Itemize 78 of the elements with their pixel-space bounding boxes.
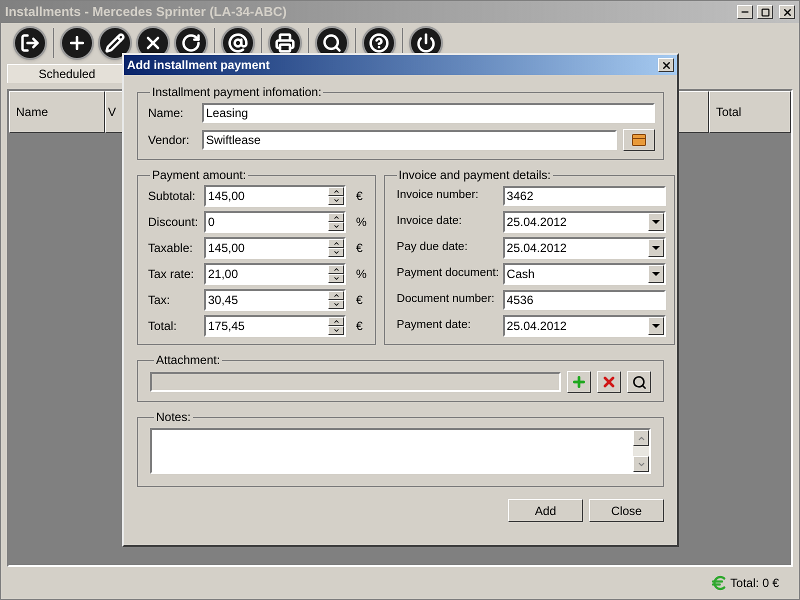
- dropdown[interactable]: 25.04.2012: [502, 211, 666, 233]
- number-field[interactable]: 0: [204, 211, 346, 233]
- remove-attachment-button[interactable]: [597, 371, 621, 393]
- dropdown-arrow-icon: [652, 220, 660, 224]
- search-icon: [632, 374, 646, 390]
- field-label: Vendor:: [147, 132, 190, 149]
- number-field[interactable]: 145,00: [204, 185, 346, 207]
- window-title: Installments - Mercedes Sprinter (LA-34-ABC): [5, 3, 288, 22]
- dropdown-arrow-icon: [652, 272, 660, 276]
- spin-buttons[interactable]: [328, 239, 344, 257]
- pencil-icon[interactable]: [98, 26, 132, 60]
- close-button[interactable]: [658, 58, 674, 72]
- add-attachment-button[interactable]: [567, 371, 591, 393]
- status-total: Total: 0 €: [730, 575, 779, 592]
- group-label: Invoice and payment details:: [398, 167, 552, 184]
- group-label: Installment payment infomation:: [151, 84, 322, 101]
- close-button[interactable]: [779, 5, 795, 19]
- spin-buttons[interactable]: [328, 265, 344, 283]
- column-header[interactable]: Name: [9, 91, 105, 133]
- group-label: Attachment:: [155, 352, 222, 369]
- unit-label: %: [356, 266, 367, 283]
- unit-label: €: [356, 292, 363, 309]
- add-icon[interactable]: [60, 26, 94, 60]
- delete-icon: [601, 374, 617, 390]
- view-attachment-button[interactable]: [627, 371, 651, 393]
- close-icon: [782, 6, 792, 18]
- exit-icon[interactable]: [13, 26, 47, 60]
- field-label: Name:: [147, 105, 184, 122]
- dropdown-arrow-icon: [652, 246, 660, 250]
- spin-buttons[interactable]: [328, 317, 344, 335]
- dialog-button[interactable]: Add: [508, 499, 583, 522]
- field-label: Pay due date:: [396, 240, 469, 256]
- dialog-button[interactable]: Close: [589, 499, 664, 522]
- field-label: Subtotal:: [147, 188, 196, 205]
- text-field[interactable]: 3462: [502, 186, 666, 206]
- column-header[interactable]: Total: [709, 91, 791, 133]
- dropdown-arrow-icon: [652, 324, 660, 328]
- unit-label: €: [356, 188, 363, 205]
- field-label: Taxable:: [147, 240, 194, 257]
- dropdown[interactable]: 25.04.2012: [502, 315, 666, 337]
- scrollbar[interactable]: [633, 430, 649, 472]
- number-field[interactable]: 145,00: [204, 237, 346, 259]
- dialog-title: Add installment payment: [127, 57, 271, 74]
- field-label: Tax rate:: [147, 266, 196, 283]
- number-field[interactable]: 175,45: [204, 315, 346, 337]
- notes-field[interactable]: [150, 428, 651, 474]
- euro-icon: [710, 574, 728, 592]
- dropdown[interactable]: 25.04.2012: [502, 237, 666, 259]
- spin-buttons[interactable]: [328, 187, 344, 205]
- text-field[interactable]: 4536: [502, 290, 666, 310]
- box-icon: [632, 134, 646, 146]
- number-field[interactable]: 21,00: [204, 263, 346, 285]
- spin-buttons[interactable]: [328, 291, 344, 309]
- group-label: Payment amount:: [151, 167, 248, 184]
- minimize-button[interactable]: [737, 5, 753, 19]
- close-icon: [660, 60, 672, 70]
- unit-label: €: [356, 240, 363, 257]
- plus-icon: [571, 374, 587, 390]
- field-label: Total:: [147, 318, 178, 335]
- field-label: Discount:: [147, 214, 200, 231]
- field-label: Invoice date:: [396, 214, 463, 230]
- unit-label: €: [356, 318, 363, 335]
- field-label: Invoice number:: [396, 188, 480, 204]
- attachment-field[interactable]: [150, 372, 561, 392]
- group-label: Notes:: [155, 409, 192, 426]
- field-label: Tax:: [147, 292, 172, 309]
- browse-button[interactable]: [623, 129, 655, 151]
- field-label: Payment date:: [396, 318, 472, 334]
- dropdown[interactable]: Cash: [502, 263, 666, 285]
- unit-label: %: [356, 214, 367, 231]
- maximize-icon: [760, 8, 770, 16]
- spin-buttons[interactable]: [328, 213, 344, 231]
- field-label: Document number:: [396, 292, 496, 308]
- vendor-field[interactable]: Swiftlease: [202, 130, 617, 150]
- number-field[interactable]: 30,45: [204, 289, 346, 311]
- field-label: Payment document:: [396, 266, 500, 282]
- maximize-button[interactable]: [757, 5, 773, 19]
- name-field[interactable]: Leasing: [202, 103, 655, 123]
